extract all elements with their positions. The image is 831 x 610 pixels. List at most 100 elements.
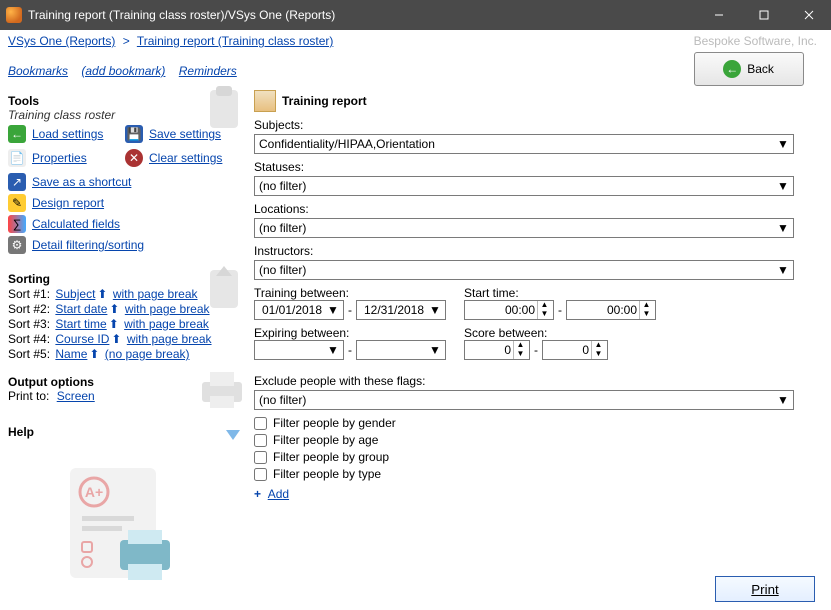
- sort-label: Sort #3:: [8, 317, 50, 331]
- filter-group-label: Filter people by group: [273, 450, 389, 464]
- start-time-from[interactable]: 00:00 ▲▼: [464, 300, 554, 320]
- calc-fields-link[interactable]: Calculated fields: [32, 217, 120, 231]
- dropdown-icon[interactable]: ▼: [775, 263, 791, 277]
- print-button[interactable]: Print: [715, 576, 815, 602]
- filter-gender-checkbox[interactable]: [254, 417, 267, 430]
- dropdown-icon[interactable]: ▼: [775, 179, 791, 193]
- filter-age-checkbox[interactable]: [254, 434, 267, 447]
- sort-field-link[interactable]: Course ID: [55, 332, 109, 346]
- print-to-link[interactable]: Screen: [57, 389, 95, 403]
- properties-link[interactable]: Properties: [32, 151, 87, 165]
- spinner[interactable]: ▲▼: [513, 341, 527, 359]
- save-settings-link[interactable]: Save settings: [149, 127, 221, 141]
- filter-type-checkbox[interactable]: [254, 468, 267, 481]
- calc-fields-row[interactable]: ∑ Calculated fields: [8, 215, 242, 233]
- spinner[interactable]: ▲▼: [537, 301, 551, 319]
- back-arrow-icon: ←: [723, 60, 741, 78]
- add-row[interactable]: + Add: [254, 487, 825, 501]
- help-heading[interactable]: Help: [8, 425, 242, 439]
- spinner[interactable]: ▲▼: [639, 301, 653, 319]
- filter-icon: ⚙: [8, 236, 26, 254]
- save-shortcut-row[interactable]: ↗ Save as a shortcut: [8, 173, 242, 191]
- properties-row[interactable]: 📄 Properties: [8, 149, 125, 167]
- subjects-value: Confidentiality/HIPAA,Orientation: [259, 137, 435, 151]
- filter-type-row[interactable]: Filter people by type: [254, 467, 825, 481]
- tools-heading: Tools: [8, 94, 242, 108]
- clear-settings-row[interactable]: ✕ Clear settings: [125, 149, 242, 167]
- sort-field-link[interactable]: Start date: [55, 302, 107, 316]
- filter-group-checkbox[interactable]: [254, 451, 267, 464]
- dropdown-icon[interactable]: ▼: [427, 303, 443, 317]
- sort-asc-icon[interactable]: ⬆: [89, 347, 99, 361]
- locations-label: Locations:: [254, 202, 825, 216]
- maximize-button[interactable]: [741, 0, 786, 30]
- add-link[interactable]: Add: [268, 487, 289, 501]
- sort-asc-icon[interactable]: ⬆: [109, 317, 119, 331]
- load-settings-link[interactable]: Load settings: [32, 127, 103, 141]
- filter-gender-row[interactable]: Filter people by gender: [254, 416, 825, 430]
- sort-pagebreak-link[interactable]: with page break: [125, 302, 210, 316]
- training-to-value: 12/31/2018: [361, 303, 427, 317]
- training-between-label: Training between:: [254, 286, 349, 300]
- training-from-date[interactable]: 01/01/2018▼: [254, 300, 344, 320]
- sort-asc-icon[interactable]: ⬆: [109, 302, 119, 316]
- locations-combo[interactable]: (no filter) ▼: [254, 218, 794, 238]
- sort-field-link[interactable]: Subject: [55, 287, 95, 301]
- filter-age-label: Filter people by age: [273, 433, 378, 447]
- save-settings-row[interactable]: 💾 Save settings: [125, 125, 242, 143]
- filter-age-row[interactable]: Filter people by age: [254, 433, 825, 447]
- statuses-combo[interactable]: (no filter) ▼: [254, 176, 794, 196]
- training-from-value: 01/01/2018: [259, 303, 325, 317]
- sort-pagebreak-link[interactable]: (no page break): [105, 347, 190, 361]
- filter-group-row[interactable]: Filter people by group: [254, 450, 825, 464]
- dropdown-icon[interactable]: ▼: [775, 137, 791, 151]
- exclude-combo[interactable]: (no filter) ▼: [254, 390, 794, 410]
- breadcrumb-leaf[interactable]: Training report (Training class roster): [137, 34, 334, 48]
- shortcut-icon: ↗: [8, 173, 26, 191]
- print-button-label: Print: [751, 582, 778, 597]
- score-from[interactable]: 0 ▲▼: [464, 340, 530, 360]
- save-shortcut-link[interactable]: Save as a shortcut: [32, 175, 131, 189]
- help-chevron-icon[interactable]: [224, 428, 242, 442]
- minimize-button[interactable]: [696, 0, 741, 30]
- back-button[interactable]: ← Back: [694, 52, 804, 86]
- reminders-link[interactable]: Reminders: [179, 64, 237, 78]
- dropdown-icon[interactable]: ▼: [325, 303, 341, 317]
- sort-pagebreak-link[interactable]: with page break: [113, 287, 198, 301]
- start-time-to[interactable]: 00:00 ▲▼: [566, 300, 656, 320]
- subjects-combo[interactable]: Confidentiality/HIPAA,Orientation ▼: [254, 134, 794, 154]
- close-button[interactable]: [786, 0, 831, 30]
- design-report-link[interactable]: Design report: [32, 196, 104, 210]
- properties-icon: 📄: [8, 149, 26, 167]
- app-icon: [6, 7, 22, 23]
- detail-filter-link[interactable]: Detail filtering/sorting: [32, 238, 144, 252]
- sort-asc-icon[interactable]: ⬆: [97, 287, 107, 301]
- training-to-date[interactable]: 12/31/2018▼: [356, 300, 446, 320]
- expiring-to-date[interactable]: ▼: [356, 340, 446, 360]
- instructors-combo[interactable]: (no filter) ▼: [254, 260, 794, 280]
- clear-settings-link[interactable]: Clear settings: [149, 151, 222, 165]
- design-report-row[interactable]: ✎ Design report: [8, 194, 242, 212]
- breadcrumb-root[interactable]: VSys One (Reports): [8, 34, 115, 48]
- add-bookmark-link[interactable]: (add bookmark): [81, 64, 165, 78]
- score-from-value: 0: [469, 343, 513, 357]
- score-to[interactable]: 0 ▲▼: [542, 340, 608, 360]
- sort-asc-icon[interactable]: ⬆: [111, 332, 121, 346]
- expiring-from-date[interactable]: ▼: [254, 340, 344, 360]
- sort-pagebreak-link[interactable]: with page break: [124, 317, 209, 331]
- load-settings-row[interactable]: ← Load settings: [8, 125, 125, 143]
- dropdown-icon[interactable]: ▼: [427, 343, 443, 357]
- dropdown-icon[interactable]: ▼: [325, 343, 341, 357]
- spinner[interactable]: ▲▼: [591, 341, 605, 359]
- detail-filter-row[interactable]: ⚙ Detail filtering/sorting: [8, 236, 242, 254]
- sort-pagebreak-link[interactable]: with page break: [127, 332, 212, 346]
- breadcrumb: VSys One (Reports) > Training report (Tr…: [8, 34, 694, 48]
- design-icon: ✎: [8, 194, 26, 212]
- sort-field-link[interactable]: Name: [55, 347, 87, 361]
- bookmarks-link[interactable]: Bookmarks: [8, 64, 68, 78]
- exclude-value: (no filter): [259, 393, 306, 407]
- dropdown-icon[interactable]: ▼: [775, 393, 791, 407]
- plus-icon: +: [254, 487, 261, 501]
- dropdown-icon[interactable]: ▼: [775, 221, 791, 235]
- sort-field-link[interactable]: Start time: [55, 317, 106, 331]
